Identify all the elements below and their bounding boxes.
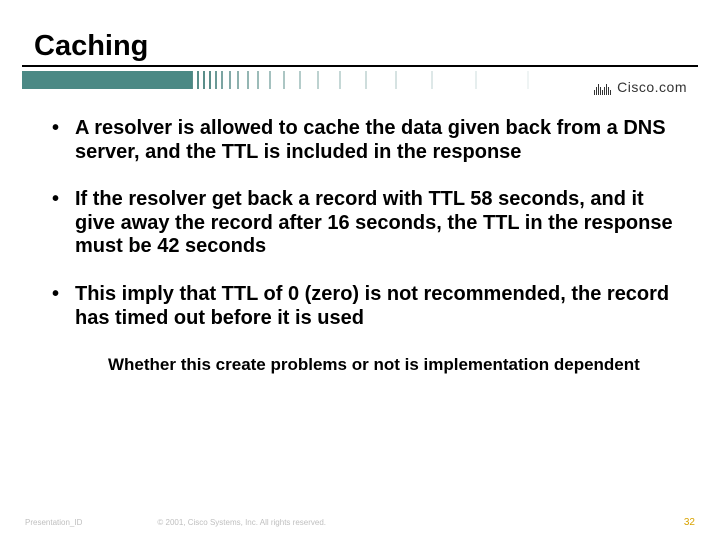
copyright: © 2001, Cisco Systems, Inc. All rights r… — [157, 518, 684, 527]
cisco-logo: Cisco.com — [594, 79, 687, 95]
title-underline — [22, 65, 698, 67]
slide-title: Caching — [34, 30, 698, 63]
logo-text: Cisco.com — [617, 79, 687, 95]
bullet-item: A resolver is allowed to cache the data … — [40, 117, 680, 164]
bullet-text: This imply that TTL of 0 (zero) is not r… — [75, 283, 669, 329]
content-area: A resolver is allowed to cache the data … — [40, 117, 680, 375]
page-number: 32 — [684, 517, 695, 528]
bullet-list: A resolver is allowed to cache the data … — [40, 117, 680, 330]
bullet-text: If the resolver get back a record with T… — [75, 188, 673, 257]
footer: Presentation_ID © 2001, Cisco Systems, I… — [25, 517, 695, 528]
sub-bullet: Whether this create problems or not is i… — [108, 354, 680, 375]
band-solid — [22, 71, 192, 89]
slide: Caching — [0, 0, 720, 540]
bullet-item: If the resolver get back a record with T… — [40, 188, 680, 259]
bullet-text: A resolver is allowed to cache the data … — [75, 117, 666, 163]
cisco-bars-icon — [594, 84, 611, 95]
presentation-id: Presentation_ID — [25, 518, 82, 527]
bullet-item: This imply that TTL of 0 (zero) is not r… — [40, 283, 680, 330]
